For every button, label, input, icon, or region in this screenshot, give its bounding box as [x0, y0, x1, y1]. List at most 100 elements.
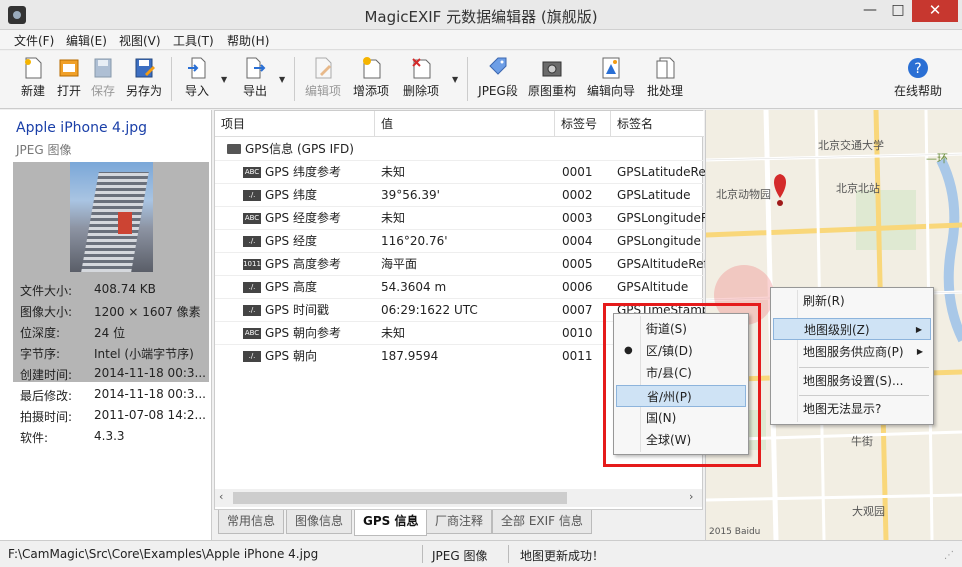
menu-bar: 文件(F) 编辑(E) 视图(V) 工具(T) 帮助(H)	[0, 30, 962, 50]
cell-tag-number: 0005	[562, 257, 593, 271]
folder-icon	[227, 144, 241, 154]
column-header-tag-name[interactable]: 标签名	[611, 111, 704, 137]
scroll-right-icon[interactable]: ›	[689, 490, 693, 503]
menu-view[interactable]: 视图(V)	[119, 32, 161, 49]
menu-map-level[interactable]: 地图级别(Z) ▶	[773, 318, 931, 340]
camera-icon	[542, 61, 562, 77]
tab-image-info[interactable]: 图像信息	[286, 510, 353, 534]
status-bar: F:\CamMagic\Src\Core\Examples\Apple iPho…	[0, 540, 962, 567]
open-folder-icon	[59, 59, 79, 77]
property-value: Intel (小端字节序)	[94, 347, 194, 361]
horizontal-scrollbar[interactable]: ‹ ›	[215, 489, 702, 507]
menu-help[interactable]: 帮助(H)	[227, 32, 269, 49]
close-button[interactable]: ✕	[912, 0, 958, 22]
rebuild-button[interactable]: 原图重构	[526, 56, 578, 106]
maximize-button[interactable]: □	[884, 0, 912, 22]
menu-map-settings[interactable]: 地图服务设置(S)...	[773, 370, 931, 392]
file-info-panel: Apple iPhone 4.jpg JPEG 图像 文件大小: 408.74 K…	[0, 110, 212, 540]
submenu-arrow-icon: ▶	[916, 347, 923, 356]
tab-common-info[interactable]: 常用信息	[218, 510, 285, 534]
wizard-button[interactable]: 编辑向导	[584, 56, 638, 106]
cell-tag-name: GPSLongitudeRef	[617, 211, 707, 225]
map-context-menu: 刷新(R) 地图级别(Z) ▶ 地图服务供应商(P) ▶ 地图服务设置(S)..…	[770, 287, 934, 425]
scrollbar-thumb[interactable]	[233, 492, 567, 504]
column-header-item[interactable]: 项目	[215, 111, 375, 137]
table-row[interactable]: ./. GPS 经度 116°20.76' 0004 GPSLongitude	[215, 229, 704, 252]
menu-file[interactable]: 文件(F)	[14, 32, 54, 49]
export-dropdown-icon[interactable]: ▼	[279, 75, 285, 84]
table-row[interactable]: ./. GPS 高度 54.3604 m 0006 GPSAltitude	[215, 275, 704, 298]
title-bar: MagicEXIF 元数据编辑器 (旗舰版) — □ ✕	[0, 0, 962, 30]
column-header-value[interactable]: 值	[375, 111, 555, 137]
edit-item-button[interactable]: 编辑项	[302, 56, 344, 106]
import-button[interactable]: 导入	[182, 56, 212, 106]
cell-value: 未知	[381, 326, 406, 340]
photo-preview	[70, 162, 153, 272]
property-value: 4.3.3	[94, 429, 125, 443]
online-help-button[interactable]: ? 在线帮助	[890, 56, 946, 106]
menu-map-help[interactable]: 地图无法显示?	[773, 398, 931, 420]
menu-refresh[interactable]: 刷新(R)	[773, 290, 931, 312]
gps-group-row[interactable]: GPS信息 (GPS IFD)	[215, 138, 704, 160]
map-label: 大观园	[852, 505, 885, 518]
highlight-annotation-box	[603, 303, 761, 467]
table-row[interactable]: ABC GPS 经度参考 未知 0003 GPSLongitudeRef	[215, 206, 707, 229]
scroll-left-icon[interactable]: ‹	[219, 490, 223, 503]
cell-tag-number: 0006	[562, 280, 593, 294]
open-button[interactable]: 打开	[54, 56, 84, 106]
tab-gps-info[interactable]: GPS 信息	[354, 510, 428, 536]
info-tabs: 常用信息 图像信息 GPS 信息 厂商注释 全部 EXIF 信息	[214, 510, 703, 536]
property-value: 2014-11-18 00:3...	[94, 387, 206, 401]
save-as-button[interactable]: 另存为	[124, 56, 164, 106]
minimize-button[interactable]: —	[856, 0, 884, 22]
svg-text:?: ?	[914, 61, 921, 77]
tab-maker-notes[interactable]: 厂商注释	[426, 510, 493, 534]
cell-value: 54.3604 m	[381, 280, 447, 294]
cell-value: 06:29:1622 UTC	[381, 303, 478, 317]
cell-item: GPS 经度参考	[265, 211, 341, 225]
delete-dropdown-icon[interactable]: ▼	[452, 75, 458, 84]
menu-edit[interactable]: 编辑(E)	[66, 32, 107, 49]
map-label: 牛街	[851, 435, 873, 448]
export-icon	[246, 57, 266, 79]
batch-button[interactable]: 批处理	[644, 56, 686, 106]
import-dropdown-icon[interactable]: ▼	[221, 75, 227, 84]
delete-item-button[interactable]: 删除项	[400, 56, 442, 106]
property-value: 1200 × 1607 像素	[94, 305, 201, 319]
menu-tools[interactable]: 工具(T)	[173, 32, 214, 49]
column-header-tag-number[interactable]: 标签号	[555, 111, 611, 137]
toolbar-separator	[294, 57, 295, 101]
cell-value: 187.9594	[381, 349, 439, 363]
import-icon	[188, 57, 206, 79]
edit-item-icon	[315, 57, 332, 79]
help-icon: ?	[908, 58, 928, 78]
data-type-icon: ABC	[243, 213, 261, 224]
property-value: 2011-07-08 14:2...	[94, 408, 206, 422]
toolbar-separator	[171, 57, 172, 101]
add-item-button[interactable]: 增添项	[350, 56, 392, 106]
tab-all-exif[interactable]: 全部 EXIF 信息	[492, 510, 592, 534]
map-label: 北京北站	[836, 182, 880, 195]
save-button[interactable]: 保存	[88, 56, 118, 106]
property-label: 拍摄时间:	[20, 410, 73, 424]
toolbar: 新建 打开 保存 另存为 导入 ▼ 导出 ▼ 编辑项 增添项 删除项 ▼ JPE…	[0, 51, 962, 109]
property-label: 字节序:	[20, 347, 61, 361]
table-row[interactable]: ./. GPS 纬度 39°56.39' 0002 GPSLatitude	[215, 183, 704, 206]
status-file-type: JPEG 图像	[432, 549, 488, 563]
cell-tag-number: 0002	[562, 188, 593, 202]
table-row[interactable]: 1011 GPS 高度参考 海平面 0005 GPSAltitudeRef	[215, 252, 707, 275]
data-type-icon: ./.	[243, 190, 261, 201]
save-icon	[94, 58, 112, 78]
property-value: 2014-11-18 00:3...	[94, 366, 206, 380]
delete-item-icon	[412, 58, 431, 79]
data-type-icon: ./.	[243, 305, 261, 316]
export-button[interactable]: 导出	[240, 56, 270, 106]
cell-value: 海平面	[381, 257, 418, 271]
table-row[interactable]: ABC GPS 纬度参考 未知 0001 GPSLatitudeRef	[215, 160, 707, 183]
jpeg-segment-button[interactable]: JPEG段	[476, 56, 520, 106]
resize-grip-icon[interactable]: ⋰	[944, 550, 954, 561]
menu-map-provider[interactable]: 地图服务供应商(P) ▶	[773, 341, 931, 363]
new-button[interactable]: 新建	[14, 56, 52, 106]
cell-value: 未知	[381, 211, 406, 225]
map-label: 北京交通大学	[818, 139, 884, 152]
